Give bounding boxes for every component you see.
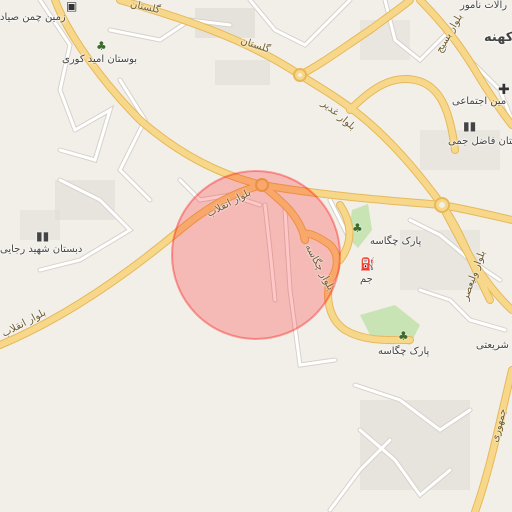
- label-namour[interactable]: رالات نامور: [460, 0, 507, 11]
- fuel-icon[interactable]: ⛽: [360, 258, 375, 270]
- label-zamin-chaman[interactable]: زمین چمن صیاد: [0, 12, 66, 23]
- label-hospital-social[interactable]: مین اجتماعی: [452, 96, 506, 107]
- school-icon[interactable]: ▮▮: [36, 230, 49, 242]
- label-park-omid-kouri[interactable]: بوستان امید کوری: [62, 54, 137, 65]
- map-base-layer: [0, 0, 512, 512]
- school-icon[interactable]: ▮▮: [463, 120, 476, 132]
- map-canvas[interactable]: گلستان گلستان بلوار غدیر بلوار انقلاب بل…: [0, 0, 512, 512]
- tree-icon[interactable]: ♣: [352, 222, 363, 234]
- hospital-icon[interactable]: ✚: [498, 83, 510, 97]
- label-shahid-rajai-school[interactable]: دبستان شهید رجایی: [0, 244, 82, 255]
- label-park-chegaseh-north[interactable]: پارک چگاسه: [370, 236, 421, 247]
- shop-icon[interactable]: ▣: [66, 0, 77, 12]
- label-gas-station[interactable]: جم: [360, 274, 373, 285]
- label-koohneh[interactable]: کهنه: [484, 30, 512, 45]
- tree-icon[interactable]: ♣: [96, 40, 107, 52]
- label-park-chegaseh-south[interactable]: پارک چگاسه: [378, 346, 429, 357]
- label-shariati[interactable]: شریعتی: [476, 340, 509, 351]
- label-fazel-school[interactable]: بیرستان فاضل جمی: [448, 136, 512, 147]
- tree-icon[interactable]: ♣: [398, 330, 409, 342]
